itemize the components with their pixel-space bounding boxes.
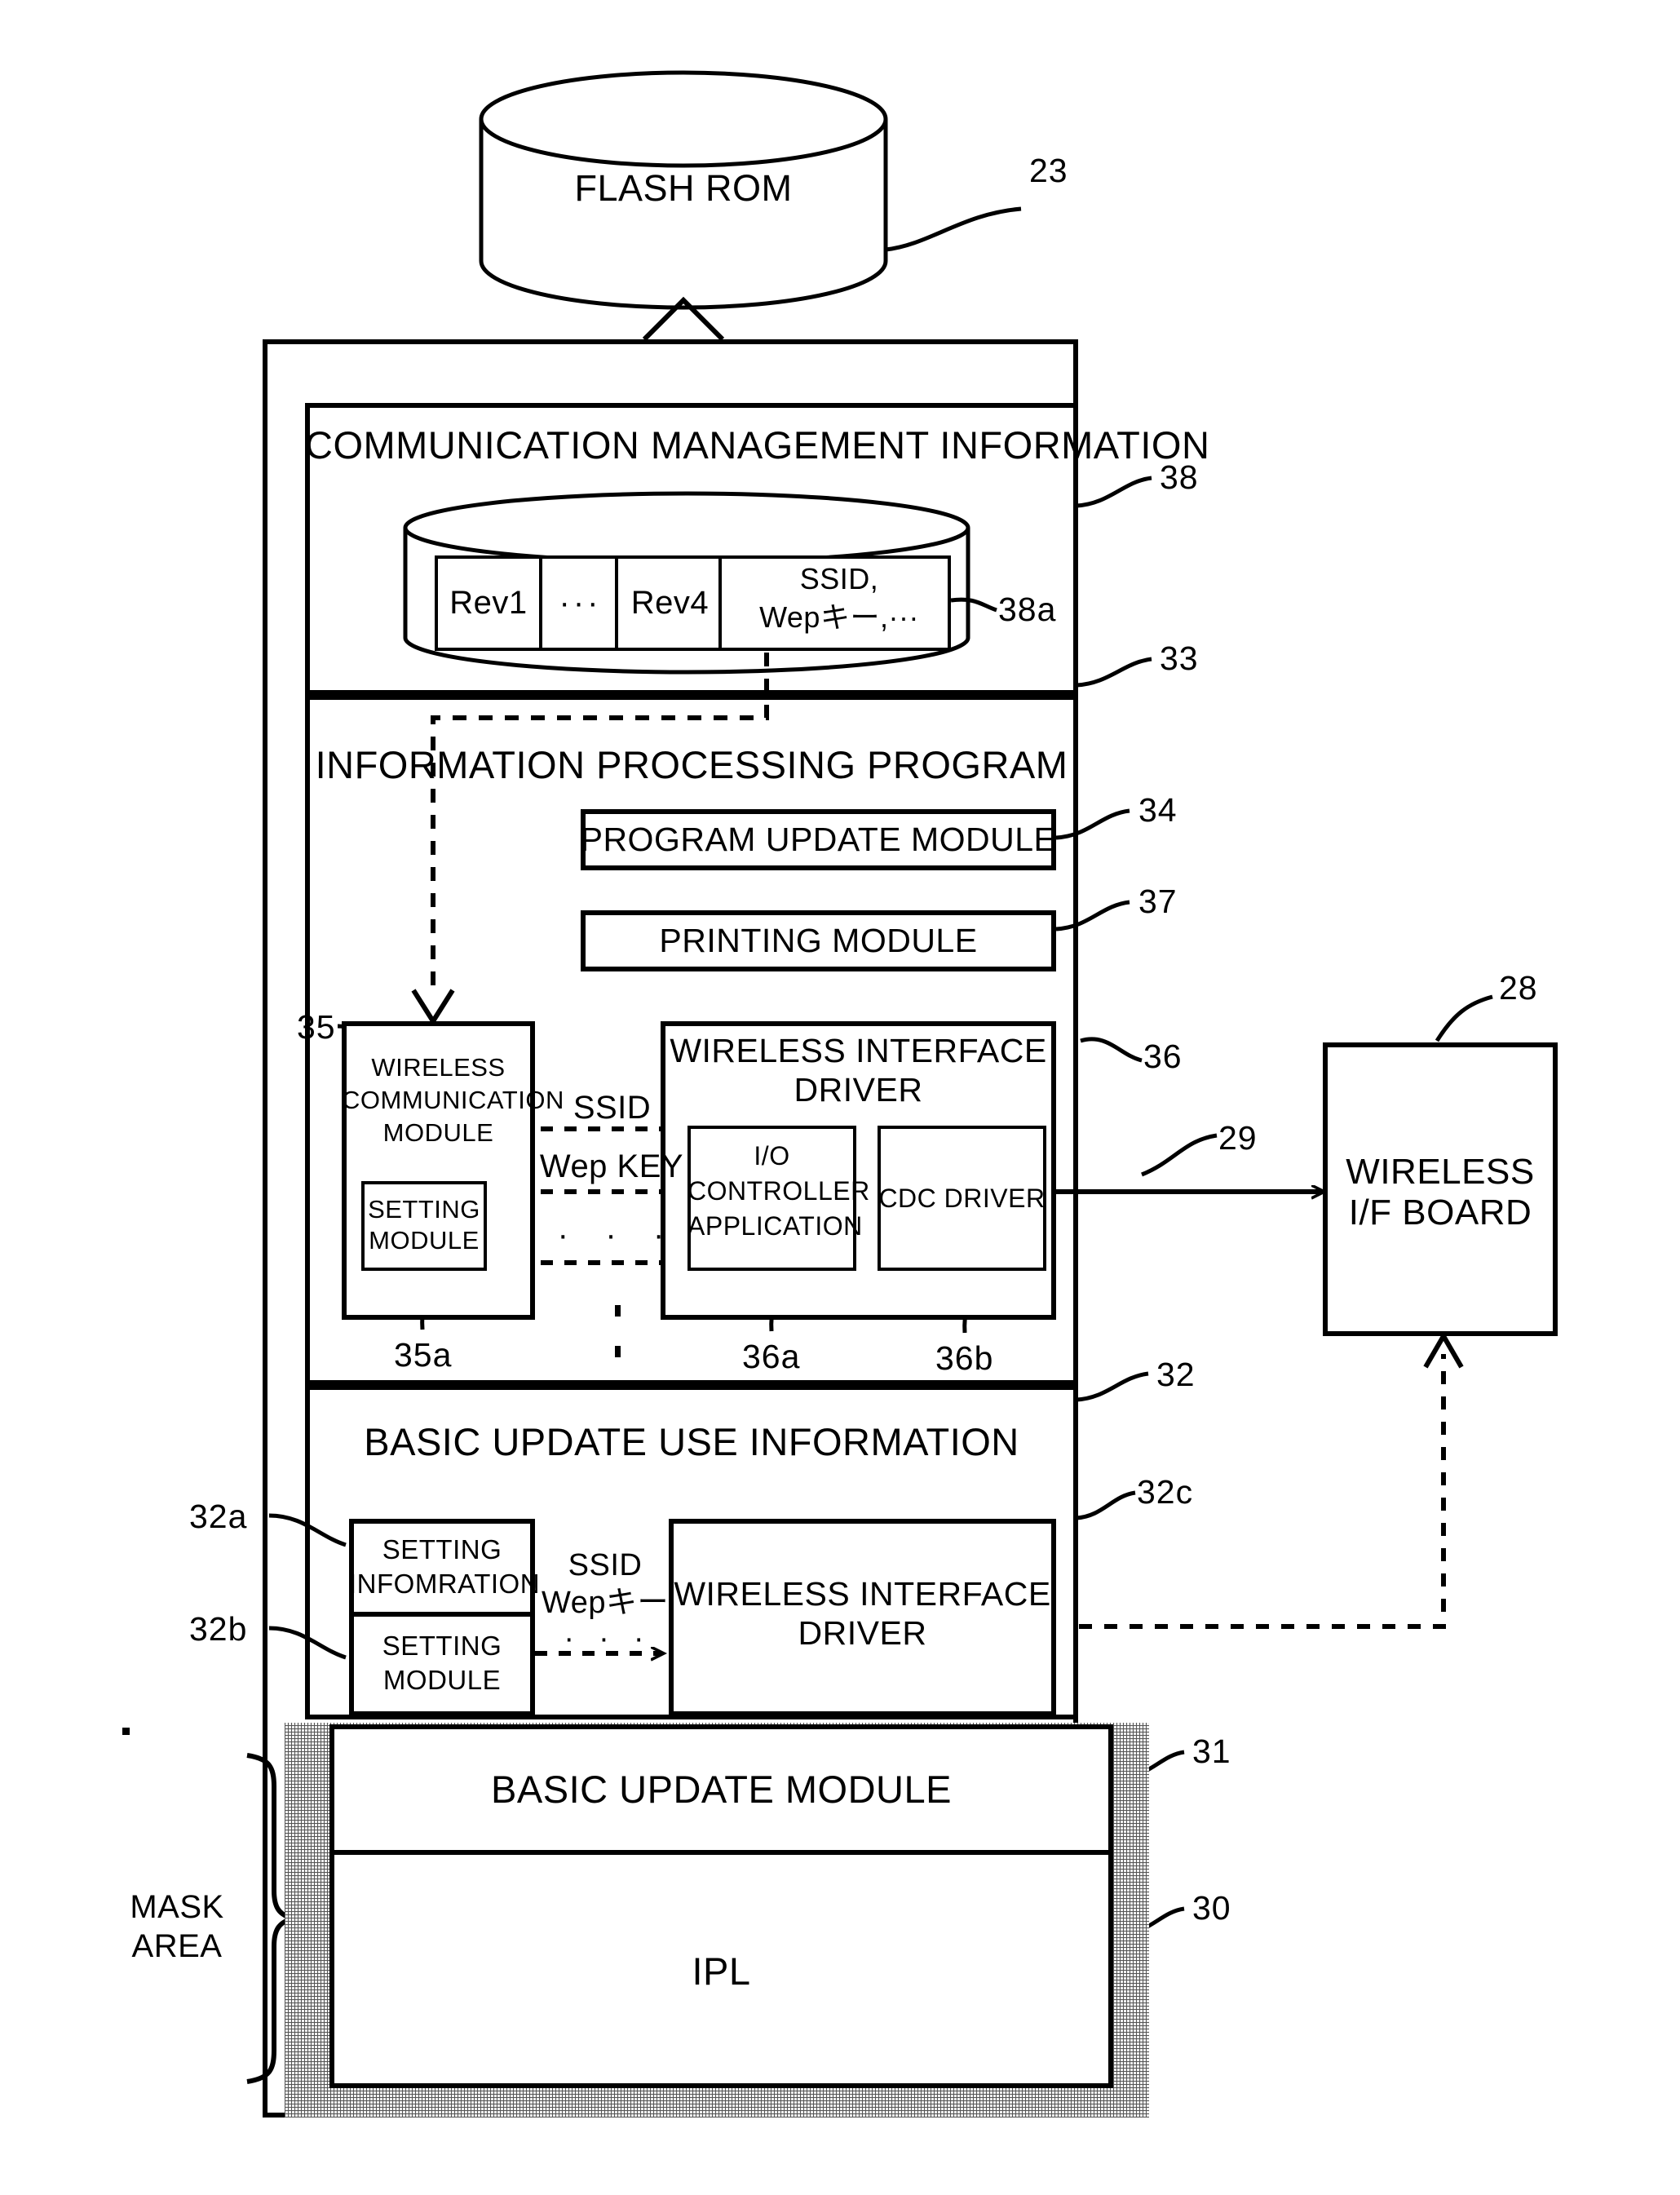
setting-information-line1: SETTING — [382, 1534, 502, 1564]
leader-28 — [1435, 994, 1493, 1042]
leader-38 — [1076, 476, 1152, 508]
ref-36b: 36b — [935, 1339, 994, 1377]
flow-label-wepkey-lower: Wepキー — [542, 1586, 669, 1620]
ipl-label: IPL — [692, 1949, 751, 1994]
wireless-communication-module-line1: WIRELESS — [371, 1053, 506, 1082]
leader-29 — [1141, 1133, 1218, 1177]
basic-update-use-information-title: BASIC UPDATE USE INFORMATION — [364, 1420, 1019, 1463]
patent-figure: FLASH ROM 23 COMMUNICATION MANAGEMENT IN… — [0, 0, 1680, 2195]
ref-34: 34 — [1138, 791, 1178, 829]
comm-table-cell-ssid-line2: Wepキー,··· — [759, 600, 919, 634]
wireless-interface-driver-line1: WIRELESS INTERFACE — [670, 1032, 1047, 1069]
information-processing-program-title: INFORMATION PROCESSING PROGRAM — [315, 743, 1068, 786]
setting-module-lower-line1: SETTING — [382, 1631, 502, 1661]
setting-module-line2: MODULE — [369, 1226, 480, 1255]
ref-31: 31 — [1192, 1733, 1231, 1770]
flow-label-ssid-lower: SSID — [568, 1548, 643, 1582]
flow-label-ssid-upper: SSID — [573, 1090, 652, 1126]
ref-32c: 32c — [1137, 1473, 1194, 1511]
io-controller-application-line3: APPLICATION — [687, 1211, 863, 1241]
flow-label-ellipsis-lower: · · · — [564, 1622, 647, 1656]
program-update-module-label: PROGRAM UPDATE MODULE — [580, 821, 1057, 859]
ref-36: 36 — [1143, 1038, 1183, 1075]
comm-table-cell-ssid-line1: SSID, — [799, 562, 879, 595]
ref-29: 29 — [1218, 1119, 1258, 1157]
comm-management-information-title: COMMUNICATION MANAGEMENT INFORMATION — [305, 423, 1210, 467]
wireless-if-board-line2: I/F BOARD — [1348, 1193, 1532, 1232]
basic-update-module-label: BASIC UPDATE MODULE — [491, 1768, 952, 1812]
flow-label-wepkey-upper: Wep KEY — [539, 1148, 684, 1184]
ref-35a: 35a — [394, 1336, 453, 1374]
leader-36 — [1080, 1037, 1143, 1063]
wireless-communication-module-line3: MODULE — [382, 1118, 494, 1147]
comm-table-cell-rev4-label: Rev4 — [630, 584, 710, 621]
arrowhead-to-board-bottom — [1423, 1331, 1464, 1369]
wireless-interface-driver-lower-line2: DRIVER — [798, 1614, 927, 1652]
ref-36a: 36a — [742, 1338, 801, 1375]
ref-32: 32 — [1156, 1356, 1196, 1393]
ref-32b: 32b — [189, 1610, 248, 1648]
ref-38a: 38a — [998, 591, 1057, 628]
cdc-driver-label: CDC DRIVER — [878, 1183, 1046, 1213]
ref-32a: 32a — [189, 1498, 248, 1535]
dashed-feedback-to-board — [1079, 1354, 1446, 1629]
leader-33 — [1076, 657, 1152, 688]
setting-information-box — [349, 1519, 535, 1617]
leader-32 — [1076, 1371, 1149, 1402]
mask-area-label-line2: AREA — [131, 1928, 223, 1964]
mask-area-label-line1: MASK — [130, 1889, 224, 1925]
ref-33: 33 — [1160, 639, 1199, 677]
ref-38: 38 — [1160, 458, 1199, 496]
wireless-interface-driver-line2: DRIVER — [794, 1071, 923, 1109]
setting-module-lower-line2: MODULE — [382, 1665, 502, 1695]
flash-rom-label: FLASH ROM — [574, 167, 793, 210]
wireless-interface-driver-lower-line1: WIRELESS INTERFACE — [674, 1575, 1051, 1613]
comm-table-cell-ellipsis-label: ··· — [559, 584, 602, 621]
ref-30: 30 — [1192, 1889, 1231, 1927]
printing-module-label: PRINTING MODULE — [659, 922, 978, 960]
comm-table-cell-rev1-label: Rev1 — [449, 584, 528, 621]
setting-information-line2: INFOMRATION — [349, 1569, 541, 1599]
ref-28: 28 — [1499, 969, 1538, 1007]
ref-23: 23 — [1029, 152, 1068, 189]
leader-32c — [1076, 1490, 1136, 1520]
leader-23 — [885, 206, 1022, 252]
flow-label-ellipsis-upper: · · · — [557, 1217, 667, 1253]
ref-37: 37 — [1138, 883, 1178, 920]
io-controller-application-line1: I/O — [754, 1141, 790, 1171]
wireless-if-board-line1: WIRELESS — [1346, 1152, 1535, 1192]
setting-module-line1: SETTING — [368, 1195, 480, 1224]
io-controller-application-line2: CONTROLLER — [687, 1176, 870, 1206]
ref-35: 35 — [297, 1008, 336, 1046]
wireless-communication-module-line2: COMMUNICATION — [342, 1086, 564, 1114]
